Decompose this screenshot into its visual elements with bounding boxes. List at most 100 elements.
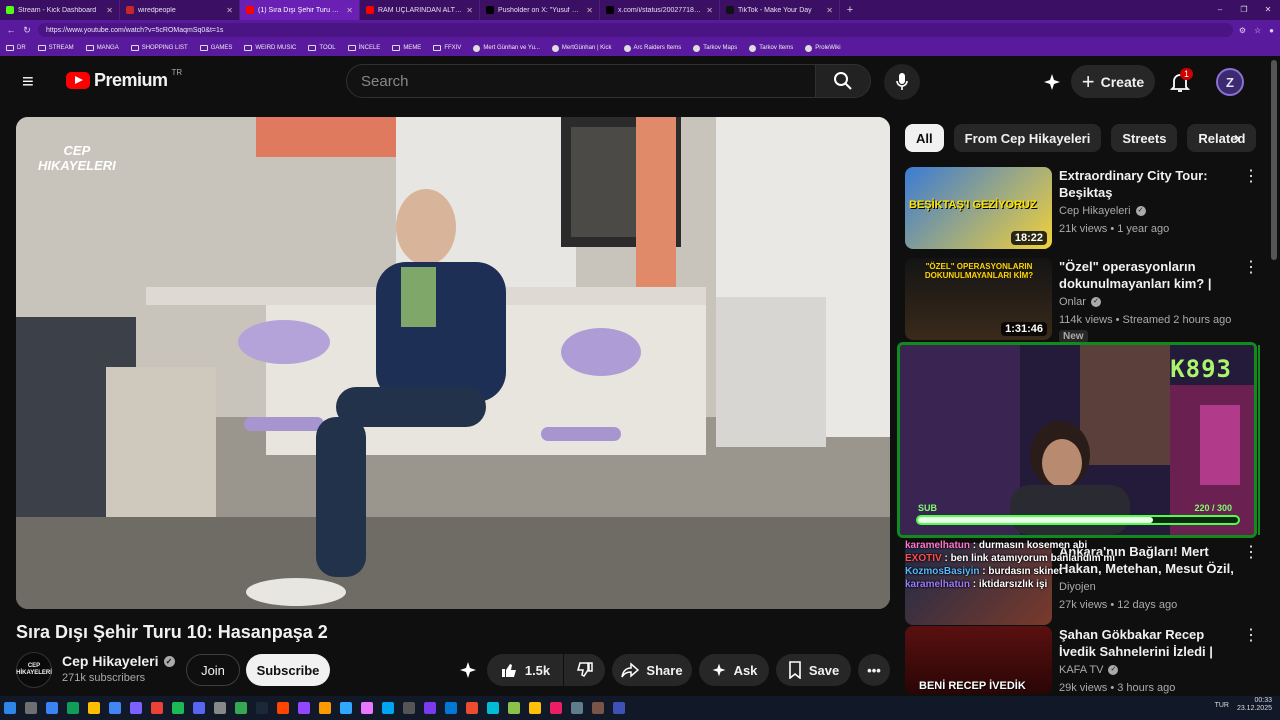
taskbar-app-icon[interactable] [424,702,436,714]
bookmark-item[interactable]: STREAM [37,45,74,51]
new-tab-button[interactable]: + [840,4,860,16]
more-vertical-icon[interactable]: ⋮ [1243,628,1259,644]
url-field[interactable]: https://www.youtube.com/watch?v=5cROMaqm… [38,23,1233,37]
ask-button[interactable]: Ask [699,654,769,686]
taskbar-app-icon[interactable] [256,702,268,714]
close-tab-icon[interactable]: ✕ [106,6,113,15]
taskbar-app-icon[interactable] [529,702,541,714]
scrollbar-thumb[interactable] [1271,60,1277,260]
browser-tab[interactable]: wiredpeople ✕ [120,0,240,20]
taskbar-app-icon[interactable] [508,702,520,714]
more-vertical-icon[interactable]: ⋮ [1243,169,1259,185]
restore-icon[interactable]: ❐ [1232,0,1256,20]
subscribe-button[interactable]: Subscribe [246,654,330,686]
taskbar-app-icon[interactable] [277,702,289,714]
browser-tab[interactable]: RAM UÇLARINDAN ALTIN ÇIKARMA ✕ [360,0,480,20]
create-button[interactable]: + Create [1071,65,1155,98]
browser-tab[interactable]: Pusholder on X: "Yusuf Güney: "B... ✕ [480,0,600,20]
search-button[interactable] [815,64,871,98]
bookmark-item[interactable]: Tarkov Maps [693,44,737,52]
browser-tab[interactable]: (1) Sıra Dışı Şehir Turu 10: Ha... ✕ [240,0,360,20]
taskbar-app-icon[interactable] [25,702,37,714]
taskbar-app-icon[interactable] [130,702,142,714]
more-actions-button[interactable]: ••• [858,654,890,686]
taskbar-app-icon[interactable] [319,702,331,714]
back-icon[interactable]: ← [6,25,16,35]
recommendation-item[interactable]: "ÖZEL" OPERASYONLARIN DOKUNULMAYANLARI K… [905,258,1259,343]
bookmark-star-icon[interactable]: ☆ [1254,26,1261,35]
close-tab-icon[interactable]: ✕ [226,6,233,15]
browser-tab[interactable]: x.com/i/status/2002771862544323 ✕ [600,0,720,20]
bookmark-item[interactable]: GAMES [199,45,232,51]
clock[interactable]: 00:33 23.12.2025 [1237,697,1272,713]
taskbar-app-icon[interactable] [214,702,226,714]
taskbar-app-icon[interactable] [298,702,310,714]
bookmark-item[interactable]: MEME [392,45,421,51]
taskbar-app-icon[interactable] [466,702,478,714]
close-tab-icon[interactable]: ✕ [346,6,353,15]
voice-search-button[interactable] [884,64,920,100]
hamburger-menu-icon[interactable]: ≡ [22,72,44,92]
join-button[interactable]: Join [186,654,240,686]
close-tab-icon[interactable]: ✕ [706,6,713,15]
bookmark-item[interactable]: Tarkov Items [749,44,793,52]
browser-tab[interactable]: TikTok - Make Your Day ✕ [720,0,840,20]
bookmark-item[interactable]: ProleWiki [805,44,841,52]
recommendation-item[interactable]: BENİ RECEP İVEDİK Şahan Gökbakar Recep İ… [905,626,1259,694]
recommendation-item[interactable]: BEŞİKTAŞ'I GEZİYORUZ 18:22 Extraordinary… [905,167,1259,249]
ask-ai-sparkle-icon[interactable] [458,660,478,680]
taskbar-app-icon[interactable] [193,702,205,714]
browser-tab[interactable]: Stream - Kick Dashboard ✕ [0,0,120,20]
more-vertical-icon[interactable]: ⋮ [1243,545,1259,561]
taskbar-app-icon[interactable] [151,702,163,714]
taskbar-app-icon[interactable] [592,702,604,714]
share-button[interactable]: Share [612,654,692,686]
more-vertical-icon[interactable]: ⋮ [1243,260,1259,276]
extensions-icon[interactable]: ⚙ [1239,26,1246,35]
dislike-button[interactable] [564,654,605,686]
like-button[interactable]: 1.5k [487,654,563,686]
bookmark-item[interactable]: FFXIV [433,45,461,51]
bookmark-item[interactable]: TOOL [308,45,336,51]
bookmark-item[interactable]: Mert Günhan ve Yu... [473,44,540,52]
taskbar-app-icon[interactable] [67,702,79,714]
input-language[interactable]: TUR [1215,702,1229,709]
account-avatar[interactable]: Z [1216,68,1244,96]
taskbar-app-icon[interactable] [235,702,247,714]
bookmark-item[interactable]: İNCELE [347,45,380,51]
filter-chip[interactable]: All [905,124,944,152]
taskbar-app-icon[interactable] [382,702,394,714]
page-scrollbar[interactable] [1270,60,1278,694]
video-player[interactable]: CEP HIKAYELERI [16,117,890,609]
taskbar-app-icon[interactable] [613,702,625,714]
bookmark-item[interactable]: MertGünhan | Kick [551,44,612,52]
taskbar-app-icon[interactable] [445,702,457,714]
close-tab-icon[interactable]: ✕ [826,6,833,15]
taskbar-app-icon[interactable] [403,702,415,714]
channel-avatar[interactable]: CEP HİKAYELERİ [16,652,52,688]
sparkle-icon[interactable] [1042,72,1062,92]
bookmark-item[interactable]: SHOPPING LIST [130,45,188,51]
close-window-icon[interactable]: ✕ [1256,0,1280,20]
bookmark-item[interactable]: DR [6,45,26,51]
bookmark-item[interactable]: Arc Raiders Items [623,44,681,52]
taskbar-app-icon[interactable] [46,702,58,714]
youtube-premium-logo[interactable]: Premium TR [66,68,182,91]
close-tab-icon[interactable]: ✕ [586,6,593,15]
minimize-icon[interactable]: – [1208,0,1232,20]
filter-chip[interactable]: Streets [1111,124,1178,152]
bookmark-item[interactable]: WEIRD MUSIC [244,45,296,51]
start-menu-icon[interactable] [4,702,16,714]
taskbar-app-icon[interactable] [361,702,373,714]
save-button[interactable]: Save [776,654,851,686]
taskbar-app-icon[interactable] [340,702,352,714]
taskbar-app-icon[interactable] [172,702,184,714]
search-input[interactable]: Search [346,64,816,98]
taskbar-app-icon[interactable] [487,702,499,714]
taskbar-app-icon[interactable] [550,702,562,714]
taskbar-app-icon[interactable] [571,702,583,714]
reload-icon[interactable]: ↻ [22,25,32,36]
bookmark-item[interactable]: MANGA [85,45,119,51]
close-tab-icon[interactable]: ✕ [466,6,473,15]
profile-icon[interactable]: ● [1269,26,1274,35]
